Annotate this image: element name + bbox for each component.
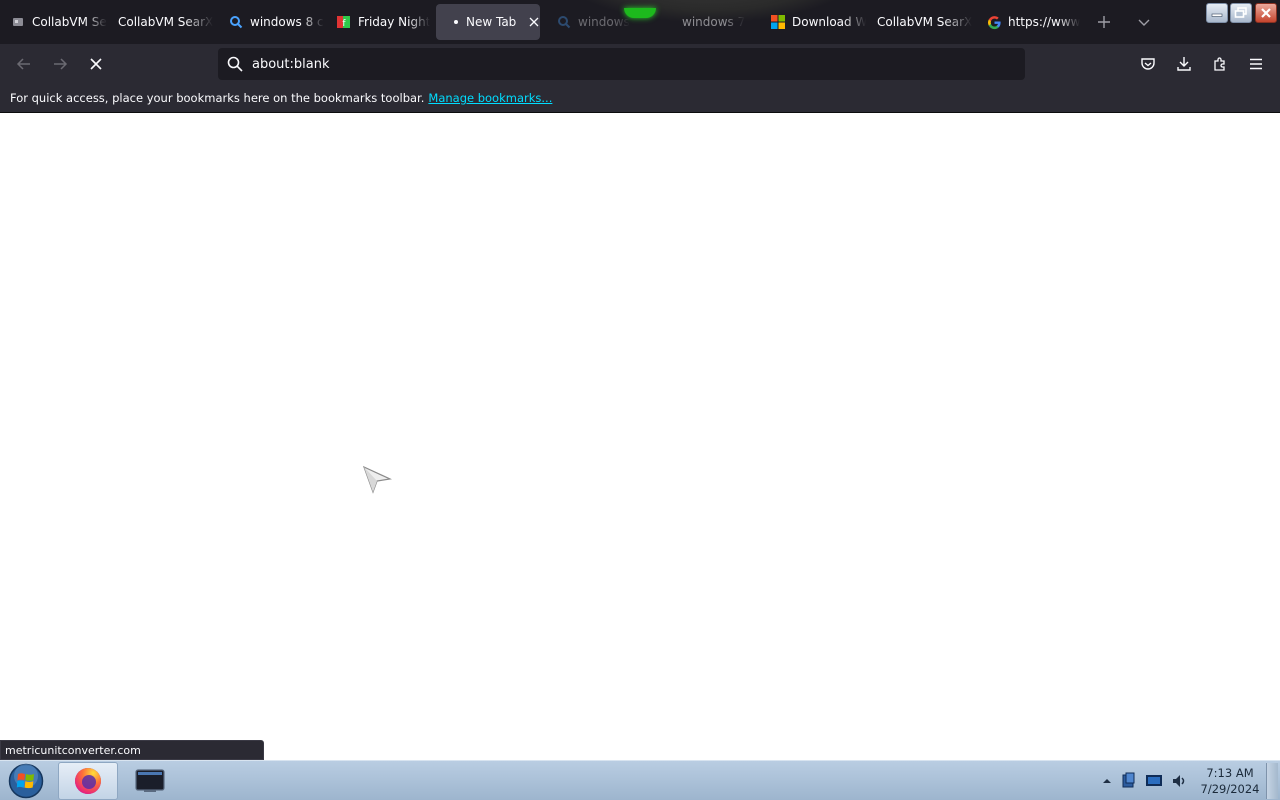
url-bar[interactable] — [218, 48, 1025, 80]
tab-windows-search[interactable]: windows — [546, 4, 654, 40]
tab-google[interactable]: https://www — [976, 4, 1084, 40]
tray-display[interactable] — [1145, 772, 1163, 790]
puzzle-icon — [1214, 57, 1225, 71]
plus-icon — [1098, 16, 1110, 28]
arrow-left-icon — [16, 58, 30, 70]
status-url: metricunitconverter.com — [5, 744, 141, 757]
show-desktop-button[interactable] — [1266, 763, 1278, 799]
tab-label: https://www — [1008, 15, 1081, 29]
download-icon — [1177, 57, 1191, 71]
stop-button[interactable] — [84, 52, 108, 76]
tab-download-windows[interactable]: Download W — [760, 4, 866, 40]
tab-label: Friday Night — [358, 15, 431, 29]
start-button[interactable] — [5, 763, 47, 799]
minimize-icon — [1211, 13, 1223, 17]
tab-collabvm-searx-1[interactable]: CollabVM SearX — [108, 4, 218, 40]
monitor-icon — [1146, 775, 1162, 786]
taskbar: 7:13 AM 7/29/2024 — [0, 760, 1280, 800]
search-icon — [227, 56, 243, 72]
clock-date: 7/29/2024 — [1200, 782, 1260, 796]
fnf-icon: f — [336, 14, 352, 30]
tab-strip: CollabVM Se CollabVM SearX windows 8 c f… — [0, 0, 1280, 44]
app-menu-button[interactable] — [1244, 52, 1268, 76]
loading-dot — [454, 20, 458, 24]
close-icon — [1261, 8, 1271, 18]
system-clock[interactable]: 7:13 AM 7/29/2024 — [1196, 765, 1264, 797]
url-input[interactable] — [252, 56, 992, 72]
chevron-down-icon — [1138, 19, 1150, 26]
terminal-icon — [135, 769, 165, 792]
tab-collabvm-searx-2[interactable]: CollabVM SearX — [867, 4, 975, 40]
manage-bookmarks-link[interactable]: Manage bookmarks... — [428, 91, 552, 105]
tray-volume[interactable] — [1170, 772, 1188, 790]
tab-label: CollabVM Se — [32, 15, 107, 29]
bookmarks-hint-text: For quick access, place your bookmarks h… — [10, 91, 425, 105]
tab-new-tab[interactable]: New Tab — [436, 4, 540, 40]
tab-label: windows — [578, 15, 630, 29]
back-button[interactable] — [12, 52, 36, 76]
google-icon — [986, 14, 1002, 30]
tab-friday-night[interactable]: f Friday Night — [326, 4, 434, 40]
status-panel: metricunitconverter.com — [0, 740, 264, 760]
tab-label: Download W — [792, 15, 866, 29]
tab-label: New Tab — [466, 15, 516, 29]
chevron-up-icon — [1103, 779, 1111, 783]
volume-icon — [1173, 775, 1185, 787]
taskbar-firefox[interactable] — [58, 762, 118, 800]
show-hidden-icons-button[interactable] — [1098, 772, 1116, 790]
windows-logo-icon — [8, 763, 44, 799]
search-icon — [228, 14, 244, 30]
pocket-button[interactable] — [1136, 52, 1160, 76]
bookmarks-toolbar: For quick access, place your bookmarks h… — [0, 84, 1280, 113]
tab-label: CollabVM SearX — [118, 15, 214, 29]
network-icon — [1122, 772, 1135, 788]
mouse-pointer-icon — [362, 465, 392, 494]
tab-label: windows 8 c — [250, 15, 324, 29]
new-tab-button[interactable] — [1094, 12, 1114, 32]
firefox-icon — [75, 768, 101, 794]
hamburger-icon — [1250, 58, 1262, 70]
tab-collabvm-1[interactable]: CollabVM Se — [0, 4, 108, 40]
tab-label: CollabVM SearX — [877, 15, 973, 29]
stop-icon — [90, 58, 102, 70]
collabvm-icon — [10, 14, 26, 30]
arrow-right-icon — [54, 58, 68, 70]
tab-label: windows 7 — [682, 15, 746, 29]
minimize-button[interactable] — [1206, 3, 1228, 23]
tab-windows-8[interactable]: windows 8 c — [218, 4, 326, 40]
pocket-icon — [1141, 58, 1155, 70]
tab-windows-7[interactable]: windows 7 — [672, 4, 758, 40]
restore-icon — [1234, 7, 1247, 18]
close-icon[interactable] — [528, 16, 540, 28]
search-icon — [556, 14, 572, 30]
microsoft-icon — [770, 14, 786, 30]
tray-network[interactable] — [1120, 772, 1138, 790]
forward-button[interactable] — [48, 52, 72, 76]
extensions-button[interactable] — [1208, 52, 1232, 76]
taskbar-terminal[interactable] — [120, 762, 180, 800]
clock-time: 7:13 AM — [1206, 766, 1254, 780]
downloads-button[interactable] — [1172, 52, 1196, 76]
page-content[interactable] — [0, 113, 1280, 760]
restore-button[interactable] — [1230, 3, 1252, 23]
list-all-tabs-button[interactable] — [1134, 12, 1154, 32]
close-window-button[interactable] — [1255, 3, 1277, 23]
